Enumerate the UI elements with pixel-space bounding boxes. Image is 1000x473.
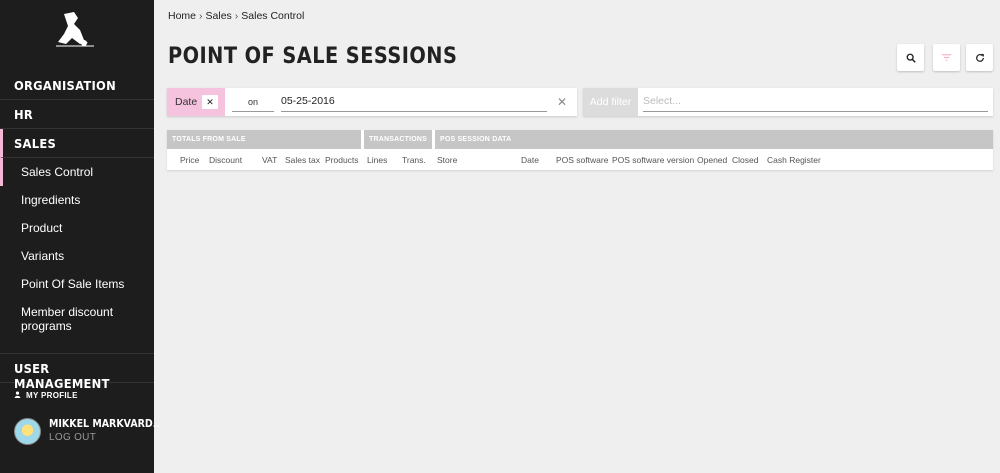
nav-organisation[interactable]: ORGANISATION	[0, 71, 154, 100]
column-header[interactable]: Sales tax	[285, 155, 320, 165]
active-filter: Date ✕ on 05-25-2016 ✕	[167, 88, 577, 116]
breadcrumb: Home › Sales › Sales Control	[168, 10, 304, 22]
breadcrumb-current: Sales Control	[241, 10, 305, 22]
column-header[interactable]: Discount	[209, 155, 242, 165]
column-header[interactable]: VAT	[262, 155, 277, 165]
sidebar-item-label: Member discount programs	[21, 305, 114, 333]
add-filter-bar: Add filter Select...	[583, 88, 993, 116]
sidebar-item-label: Ingredients	[21, 193, 81, 207]
filter-operator-select[interactable]: on	[232, 94, 274, 112]
sidebar-item-sales-control[interactable]: Sales Control	[0, 158, 154, 186]
refresh-icon	[975, 53, 984, 62]
sidebar-item-variants[interactable]: Variants	[0, 242, 154, 270]
filter-field-select[interactable]: Select...	[643, 94, 988, 112]
column-header[interactable]: Store	[437, 155, 457, 165]
filter-button[interactable]	[933, 44, 960, 71]
nav-label: HR	[14, 107, 34, 122]
breadcrumb-separator: ›	[199, 10, 203, 22]
sidebar-item-label: Point Of Sale Items	[21, 277, 125, 291]
breadcrumb-separator: ›	[234, 10, 239, 22]
avatar[interactable]	[14, 418, 41, 445]
filter-icon	[942, 54, 951, 61]
column-header[interactable]: Lines	[367, 155, 387, 165]
search-icon	[906, 53, 916, 63]
logo-icon	[56, 12, 94, 47]
filter-tag-label: Date	[175, 96, 198, 108]
logout-link[interactable]: LOG OUT	[49, 432, 96, 443]
page-title: POINT OF SALE SESSIONS	[168, 44, 458, 69]
column-header[interactable]: Trans.	[402, 155, 426, 165]
breadcrumb-home[interactable]: Home	[168, 10, 196, 22]
column-header[interactable]: Date	[521, 155, 539, 165]
column-header[interactable]: POS software version	[612, 155, 694, 165]
column-header[interactable]: Price	[180, 155, 199, 165]
filter-tag-date: Date ✕	[167, 88, 225, 116]
user-name: MIKKEL MARKVARD..	[49, 418, 160, 430]
breadcrumb-sales[interactable]: Sales	[206, 10, 232, 22]
group-header-pos-session: POS SESSION DATA	[435, 130, 993, 149]
nav-label: SALES	[14, 136, 57, 151]
sidebar-item-ingredients[interactable]: Ingredients	[0, 186, 154, 214]
column-header[interactable]: Closed	[732, 155, 758, 165]
group-header-transactions: TRANSACTIONS	[364, 130, 432, 149]
sidebar-item-label: Variants	[21, 249, 65, 263]
nav-label: ORGANISATION	[14, 78, 117, 93]
clear-icon[interactable]: ✕	[557, 95, 567, 109]
sidebar-item-pos-items[interactable]: Point Of Sale Items	[0, 270, 154, 298]
sessions-table: TOTALS FROM SALE TRANSACTIONS POS SESSIO…	[167, 130, 993, 170]
column-header[interactable]: Products	[325, 155, 359, 165]
add-filter-button[interactable]: Add filter	[583, 88, 638, 116]
sidebar-item-label: Sales Control	[21, 165, 94, 179]
sidebar-item-product[interactable]: Product	[0, 214, 154, 242]
column-header[interactable]: POS software	[556, 155, 608, 165]
sidebar: ORGANISATION HR SALES Sales Control Ingr…	[0, 0, 160, 473]
search-button[interactable]	[897, 44, 924, 71]
my-profile-label: MY PROFILE	[26, 391, 78, 400]
nav-hr[interactable]: HR	[0, 100, 154, 129]
column-header[interactable]: Opened	[697, 155, 727, 165]
sidebar-item-member-discount[interactable]: Member discount programs	[0, 298, 154, 333]
nav-label: USER MANAGEMENT	[14, 361, 110, 391]
sidebar-item-label: Product	[21, 221, 63, 235]
nav-user-management[interactable]: USER MANAGEMENT	[0, 354, 154, 391]
column-header[interactable]: Cash Register	[767, 155, 821, 165]
my-profile-link[interactable]: MY PROFILE	[14, 391, 78, 400]
nav-sales[interactable]: SALES	[0, 129, 154, 158]
filter-date-input[interactable]: 05-25-2016	[281, 94, 547, 112]
group-header-totals: TOTALS FROM SALE	[167, 130, 361, 149]
refresh-button[interactable]	[966, 44, 993, 71]
person-icon	[14, 391, 23, 400]
remove-filter-button[interactable]: ✕	[202, 95, 218, 109]
